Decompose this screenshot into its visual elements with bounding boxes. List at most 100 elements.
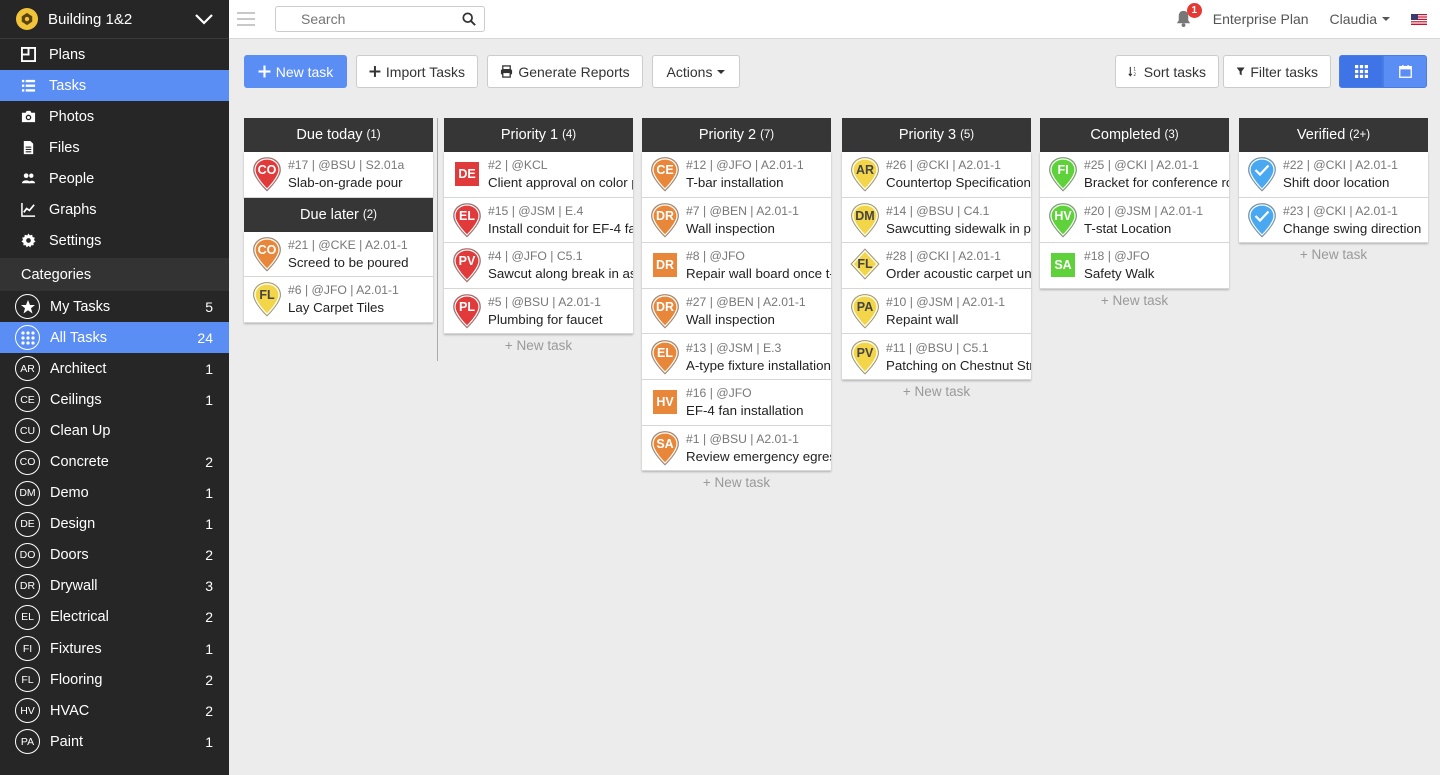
category-paint[interactable]: PA Paint 1 [0,726,229,757]
task-text: #27 | @BEN | A2.01-1 Wall inspection [686,293,806,329]
filter-tasks-button[interactable]: Filter tasks [1223,55,1331,88]
project-selector[interactable]: Building 1&2 [0,0,229,39]
category-demo[interactable]: DM Demo 1 [0,478,229,509]
nav-item-settings[interactable]: Settings [0,225,229,256]
new-task-link[interactable]: + New task [444,334,633,353]
category-square-marker-icon: DE [452,156,482,192]
category-badge: CO [15,449,40,475]
nav-item-photos[interactable]: Photos [0,101,229,132]
category-electrical[interactable]: EL Electrical 2 [0,602,229,633]
task-text: #25 | @CKI | A2.01-1 Bracket for conferen… [1084,156,1229,192]
category-clean-up[interactable]: CU Clean Up [0,415,229,446]
category-design[interactable]: DE Design 1 [0,509,229,540]
import-tasks-button[interactable]: Import Tasks [356,55,478,88]
column-title: Completed [1090,127,1161,143]
category-pin-marker-icon: CE [650,156,680,192]
sort-tasks-button[interactable]: 12 Sort tasks [1115,55,1219,88]
task-card[interactable]: CO #17 | @BSU | S2.01a Slab-on-grade pour [244,152,433,198]
task-card[interactable]: EL #13 | @JSM | E.3 A-type fixture install… [642,334,831,380]
verified-check-marker-icon [1247,156,1277,192]
plan-link[interactable]: Enterprise Plan [1213,11,1309,27]
us-flag-icon[interactable] [1411,13,1427,25]
category-hvac[interactable]: HV HVAC 2 [0,695,229,726]
task-card[interactable]: DR #27 | @BEN | A2.01-1 Wall inspection [642,288,831,335]
task-meta: #18 | @JFO [1084,249,1150,264]
task-card[interactable]: PA #10 | @JSM | A2.01-1 Repaint wall [842,288,1031,335]
marker-label: AR [855,163,875,178]
category-label: Paint [50,733,84,750]
task-card[interactable]: FL #28 | @CKI | A2.01-1 Order acoustic car… [842,243,1031,289]
task-meta: #15 | @JSM | E.4 [488,203,584,218]
category-pin-marker-icon: AR [850,156,880,192]
category-flooring[interactable]: FL Flooring 2 [0,664,229,695]
task-card[interactable]: CE #12 | @JFO | A2.01-1 T-bar installation [642,152,831,198]
nav-item-people[interactable]: People [0,163,229,194]
task-card[interactable]: PV #11 | @BSU | C5.1 Patching on Chestnut … [842,334,1031,380]
task-card[interactable]: CO #21 | @CKE | A2.01-1 Screed to be poure… [244,231,433,278]
new-task-link[interactable]: + New task [1040,289,1229,308]
task-card[interactable]: FI #25 | @CKI | A2.01-1 Bracket for confer… [1040,152,1229,198]
new-task-button[interactable]: New task [244,55,347,88]
generate-reports-button[interactable]: Generate Reports [487,55,643,88]
task-text: #16 | @JFO EF-4 fan installation [686,384,804,420]
task-card[interactable]: #23 | @CKI | A2.01-1 Change swing directi… [1239,197,1428,244]
task-card[interactable]: SA #1 | @BSU | A2.01-1 Review emergency eg… [642,425,831,472]
hamburger-menu-icon[interactable] [237,12,255,26]
task-text: #21 | @CKE | A2.01-1 Screed to be poured [288,236,409,272]
task-card[interactable]: PL #5 | @BSU | A2.01-1 Plumbing for faucet [444,288,633,335]
calendar-view-button[interactable] [1383,55,1427,88]
search-input[interactable] [301,11,462,27]
nav-item-label: People [49,170,95,187]
category-all-tasks[interactable]: All Tasks 24 [0,322,229,354]
search-icon[interactable] [462,12,476,26]
category-drywall[interactable]: DR Drywall 3 [0,571,229,602]
task-card[interactable]: EL #15 | @JSM | E.4 Install conduit for EF… [444,197,633,244]
task-card[interactable]: DE #2 | @KCL Client approval on color pa [444,152,633,198]
nav-item-graphs[interactable]: Graphs [0,194,229,225]
category-badge: EL [15,604,40,630]
task-card[interactable]: AR #26 | @CKI | A2.01-1 Countertop Specifi… [842,152,1031,198]
task-card[interactable]: PV #4 | @JFO | C5.1 Sawcut along break in … [444,243,633,289]
task-card[interactable]: SA #18 | @JFO Safety Walk [1040,243,1229,289]
category-ceilings[interactable]: CE Ceilings 1 [0,384,229,415]
category-square-marker-icon: DR [650,247,680,283]
new-task-link[interactable]: + New task [642,471,831,490]
sidebar: Building 1&2 Plans Tasks Photos Files People… [0,0,229,775]
category-fixtures[interactable]: FI Fixtures 1 [0,633,229,664]
category-label: HVAC [50,702,90,719]
new-task-link[interactable]: + New task [1239,243,1428,262]
task-text: #12 | @JFO | A2.01-1 T-bar installation [686,156,804,192]
chevron-down-icon[interactable] [193,8,215,30]
category-pin-marker-icon: DM [850,202,880,238]
card-list: #22 | @CKI | A2.01-1 Shift door location #… [1239,152,1428,244]
column-count: (3) [1164,129,1179,141]
task-card[interactable]: DM #14 | @BSU | C4.1 Sawcutting sidewalk i… [842,197,1031,244]
category-my-tasks[interactable]: My Tasks 5 [0,291,229,322]
task-card[interactable]: DR #7 | @BEN | A2.01-1 Wall inspection [642,197,831,244]
task-card[interactable]: #22 | @CKI | A2.01-1 Shift door location [1239,152,1428,198]
category-badge: HV [15,698,40,724]
nav-item-files[interactable]: Files [0,132,229,163]
category-architect[interactable]: AR Architect 1 [0,353,229,384]
nav-item-tasks[interactable]: Tasks [0,70,229,101]
category-concrete[interactable]: CO Concrete 2 [0,446,229,477]
board-view-button[interactable] [1339,55,1383,88]
task-card[interactable]: FL #6 | @JFO | A2.01-1 Lay Carpet Tiles [244,277,433,323]
task-card[interactable]: HV #20 | @JSM | A2.01-1 T-stat Location [1040,197,1229,244]
actions-dropdown[interactable]: Actions [652,55,740,88]
column-verified: Verified (2+) #22 | @CKI | A2.01-1 Shift do… [1239,118,1428,262]
search-box[interactable] [275,6,485,32]
new-task-link[interactable]: + New task [842,380,1031,399]
category-doors[interactable]: DO Doors 2 [0,540,229,571]
notifications-bell[interactable]: 1 [1174,3,1202,29]
nav-item-plans[interactable]: Plans [0,39,229,70]
task-card[interactable]: HV #16 | @JFO EF-4 fan installation [642,379,831,426]
caret-down-icon [1382,17,1390,21]
marker-label: HV [653,390,677,415]
column-count: (7) [760,129,775,141]
column-header: Verified (2+) [1239,118,1428,152]
column-p3: Priority 3 (5) AR #26 | @CKI | A2.01-1 Count… [842,118,1031,399]
column-count: (2) [362,208,377,221]
user-menu[interactable]: Claudia [1330,11,1390,27]
task-card[interactable]: DR #8 | @JFO Repair wall board once t-st [642,243,831,289]
